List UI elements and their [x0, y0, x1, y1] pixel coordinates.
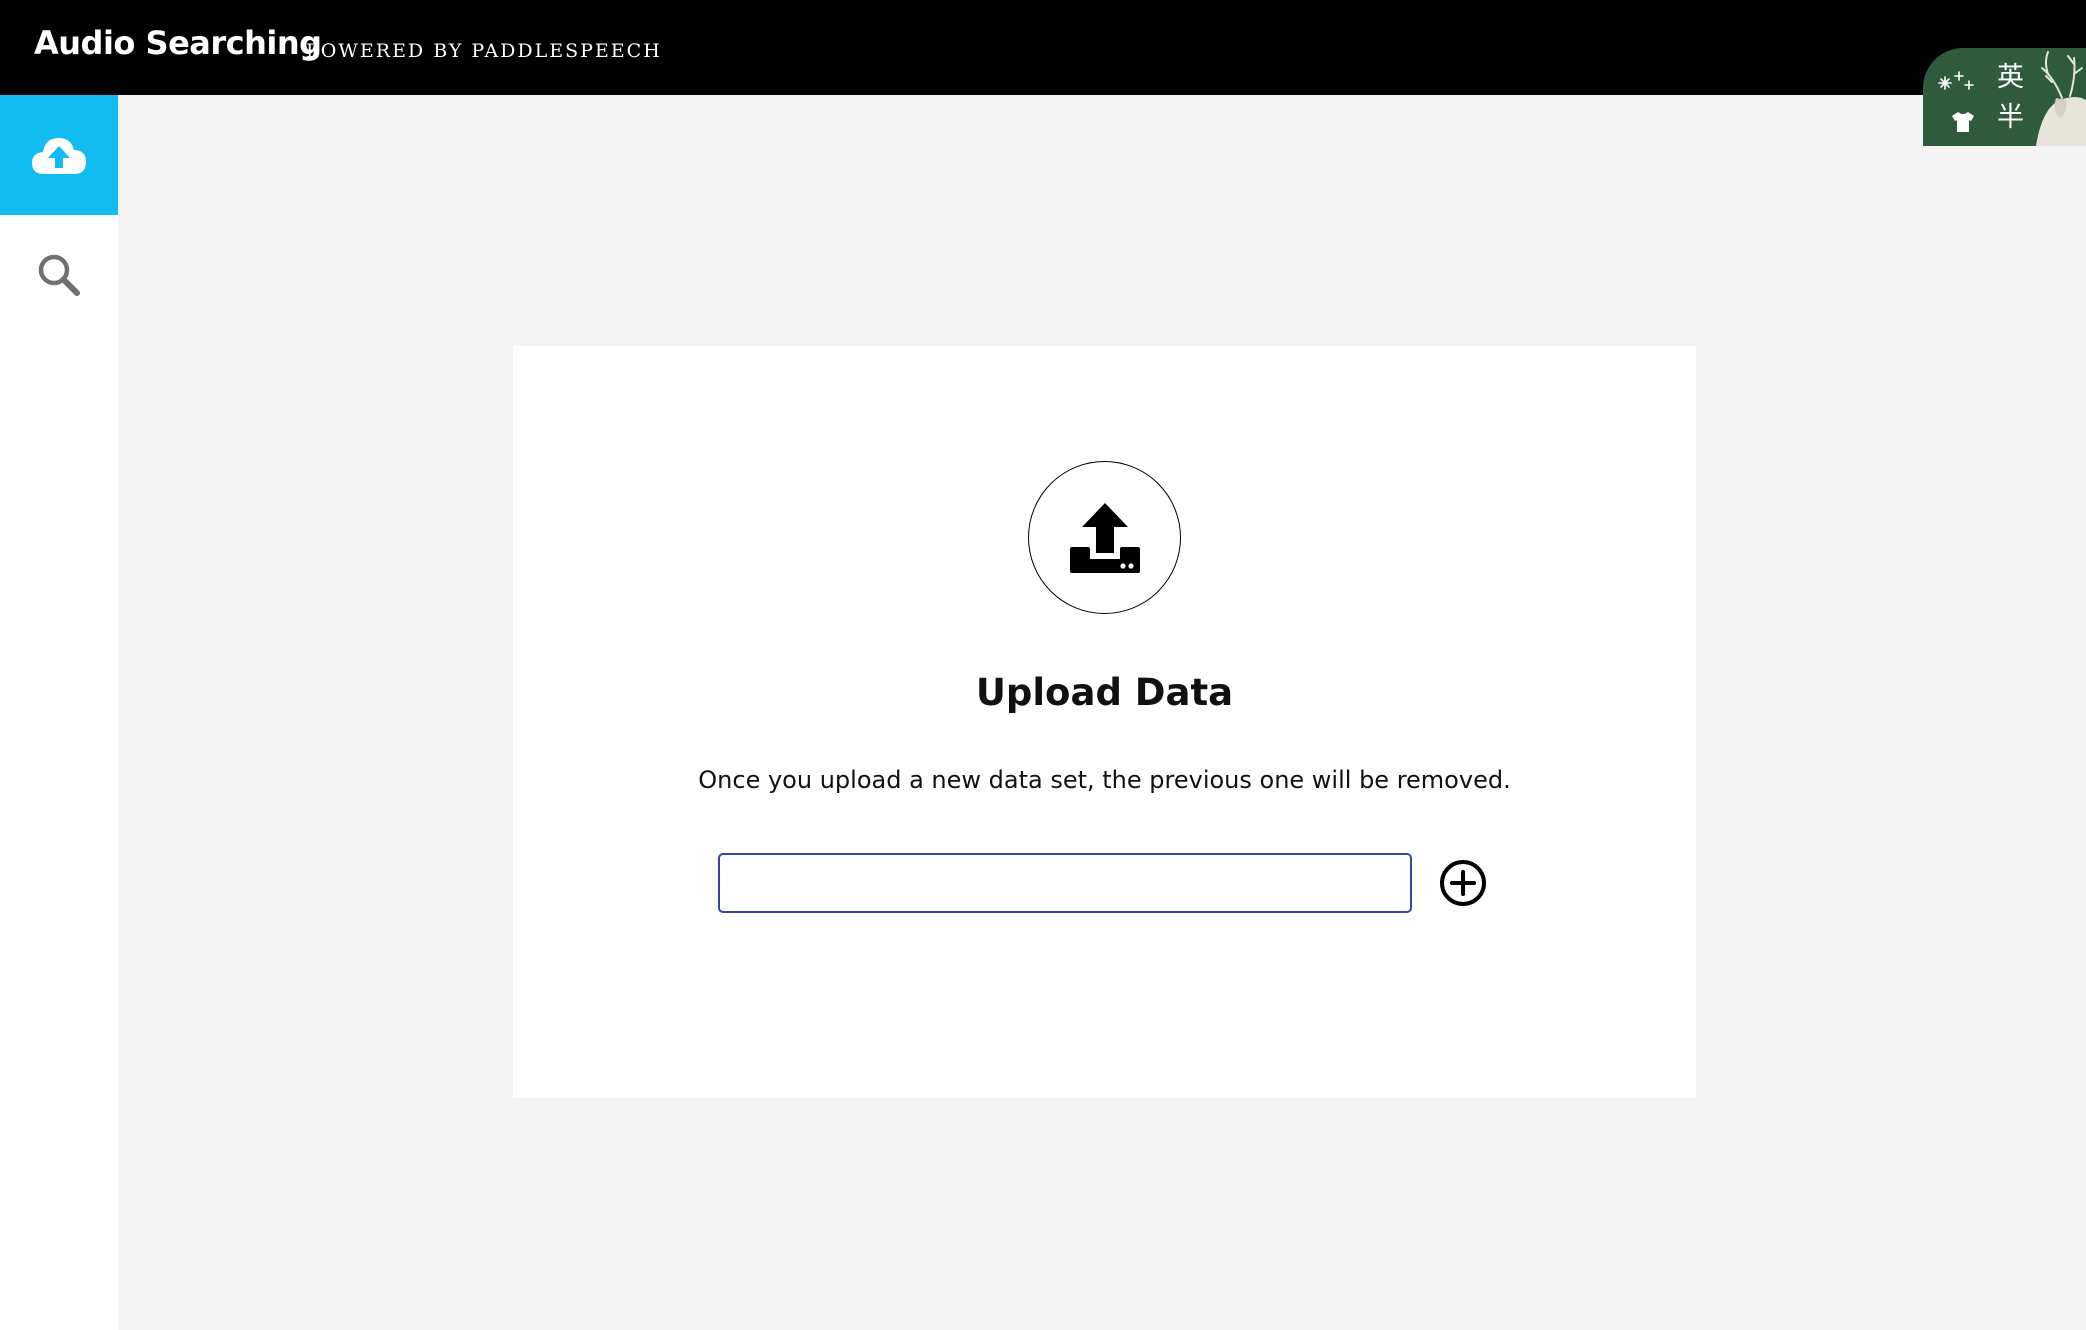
snowflake-icon [1938, 71, 1974, 90]
shirt-icon [1952, 112, 1974, 132]
app-title: Audio Searching [34, 24, 322, 62]
deer-icon [2036, 51, 2086, 146]
upload-card: Upload Data Once you upload a new data s… [513, 346, 1696, 1098]
cloud-upload-icon [32, 138, 86, 174]
sidebar [0, 95, 118, 1330]
plus-circle-icon [1440, 860, 1486, 906]
data-url-input[interactable] [718, 853, 1412, 913]
search-icon [38, 254, 80, 296]
sidebar-item-search[interactable] [0, 215, 118, 335]
floating-widget[interactable]: 英 半 [1923, 48, 2086, 146]
top-bar: Audio Searching POWERED BY PADDLESPEECH [0, 0, 2086, 95]
sidebar-item-upload[interactable] [0, 95, 118, 215]
card-description: Once you upload a new data set, the prev… [698, 766, 1511, 794]
app-subtitle: POWERED BY PADDLESPEECH [306, 40, 662, 62]
card-title: Upload Data [975, 671, 1234, 714]
upload-icon [1069, 502, 1140, 573]
upload-icon-circle [1028, 461, 1181, 614]
add-button[interactable] [1438, 858, 1488, 908]
